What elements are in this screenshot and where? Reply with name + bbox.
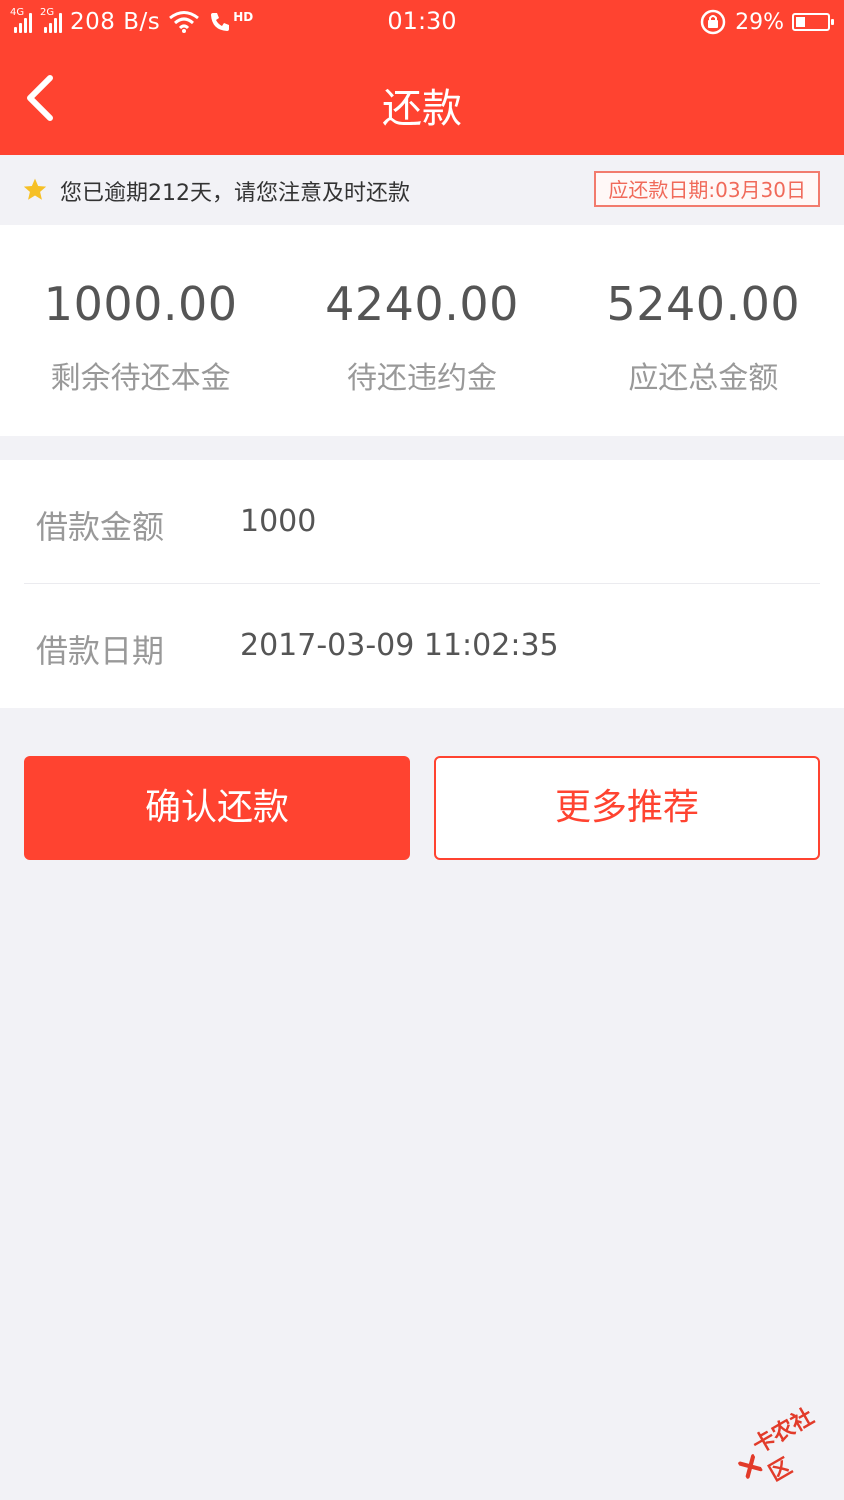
loan-date-value: 2017-03-09 11:02:35	[240, 628, 559, 663]
penalty-label: 待还违约金	[346, 361, 497, 396]
title-bar: 还款	[0, 44, 844, 155]
status-right: 29%	[699, 6, 834, 38]
loan-details: 借款金额 1000 借款日期 2017-03-09 11:02:35	[0, 460, 844, 708]
more-recommendations-button[interactable]: 更多推荐	[434, 756, 820, 860]
watermark: 卡农社区	[726, 1394, 842, 1499]
remaining-principal-label: 剩余待还本金	[50, 361, 231, 396]
loan-date-label: 借款日期	[36, 632, 165, 670]
repayment-summary: 1000.00 剩余待还本金 4240.00 待还违约金 5240.00 应还总…	[0, 225, 844, 436]
overdue-notice-text: 您已逾期212天，请您注意及时还款	[60, 181, 410, 206]
penalty-value: 4240.00	[325, 277, 519, 331]
total-due-value: 5240.00	[606, 277, 801, 331]
battery-level-fill	[796, 17, 805, 27]
overdue-notice-bar: 您已逾期212天，请您注意及时还款 应还款日期:03月30日	[0, 155, 844, 225]
watermark-text: 卡农社区	[748, 1404, 819, 1487]
detail-row-loan-date: 借款日期 2017-03-09 11:02:35	[0, 584, 844, 708]
page-title: 还款	[382, 86, 462, 132]
total-due-label: 应还总金额	[628, 361, 779, 396]
due-date-badge: 应还款日期:03月30日	[594, 171, 820, 207]
battery-icon	[792, 13, 834, 31]
summary-penalty: 4240.00 待还违约金	[281, 225, 562, 436]
remaining-principal-value: 1000.00	[43, 277, 238, 331]
status-bar: 4G 2G 208 B/s HD 01:30 29%	[0, 0, 844, 44]
loan-amount-value: 1000	[240, 504, 317, 539]
summary-remaining-principal: 1000.00 剩余待还本金	[0, 225, 281, 436]
confirm-repayment-button[interactable]: 确认还款	[24, 756, 410, 860]
summary-total-due: 5240.00 应还总金额	[563, 225, 844, 436]
star-icon	[23, 178, 47, 200]
battery-percent: 29%	[735, 9, 784, 35]
app-header: 4G 2G 208 B/s HD 01:30 29% 还款	[0, 0, 844, 155]
rotation-lock-icon	[700, 9, 726, 35]
detail-row-loan-amount: 借款金额 1000	[0, 460, 844, 584]
loan-amount-label: 借款金额	[36, 508, 165, 546]
